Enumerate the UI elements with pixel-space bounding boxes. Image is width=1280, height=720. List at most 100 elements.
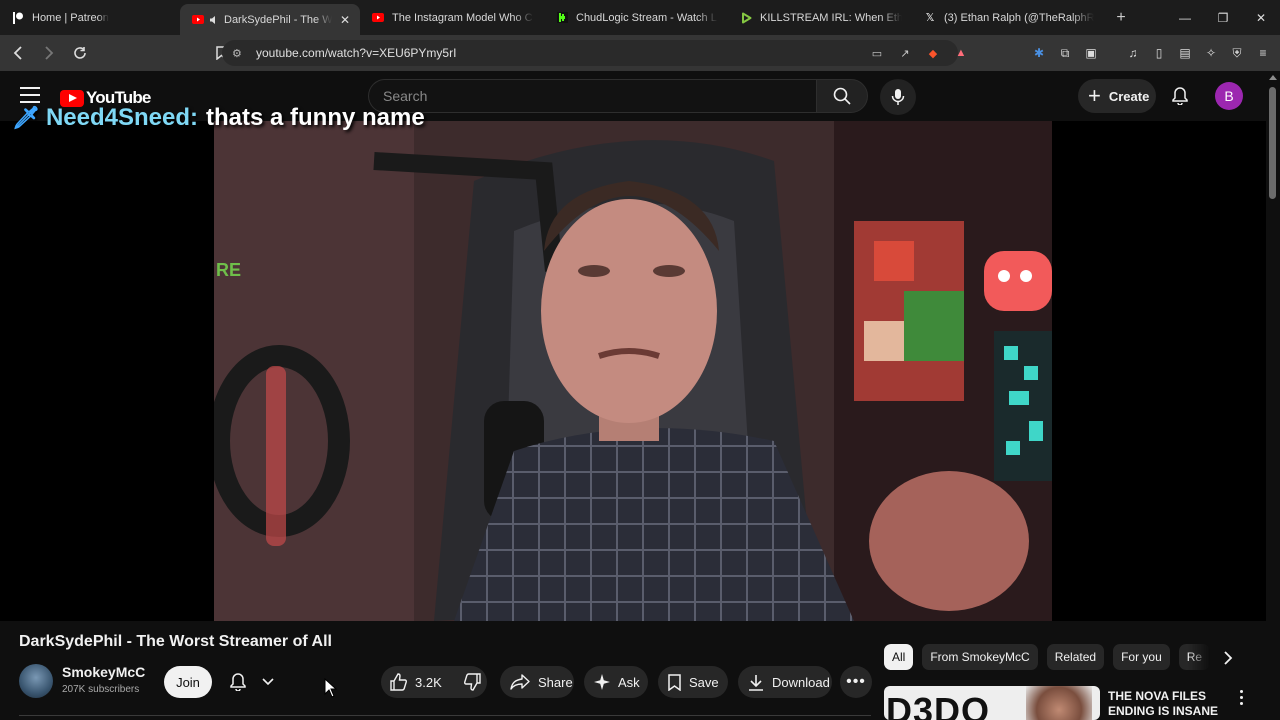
plus-icon: +: [1088, 83, 1101, 108]
tab-kick[interactable]: ChudLogic Stream - Watch Live: [544, 0, 728, 35]
youtube-icon: [192, 14, 204, 26]
back-button[interactable]: [5, 40, 31, 66]
chat-message: thats a funny name: [206, 104, 425, 131]
create-button[interactable]: + Create: [1078, 79, 1156, 113]
close-window-icon[interactable]: ✕: [1242, 0, 1280, 35]
tab-x[interactable]: 𝕏 (3) Ethan Ralph (@TheRalphRetort): [912, 0, 1104, 35]
url-text: youtube.com/watch?v=XEU6PYmy5rI: [256, 46, 457, 60]
download-button[interactable]: Download: [738, 666, 832, 698]
page-scrollbar[interactable]: [1266, 71, 1280, 720]
related-filter-chips: All From SmokeyMcC Related For you Re: [884, 644, 1212, 670]
extensions-icon[interactable]: ⧉: [1056, 40, 1074, 66]
browser-tab-bar: Home | Patreon DarkSydePhil - The Worst …: [0, 0, 1280, 35]
tab-patreon[interactable]: Home | Patreon: [0, 0, 180, 35]
brave-shields-icon[interactable]: ◆: [924, 44, 942, 62]
search-button[interactable]: [816, 79, 868, 113]
more-actions-button[interactable]: •••: [840, 666, 872, 698]
media-icon[interactable]: ♫: [1124, 40, 1142, 66]
search-input[interactable]: [369, 80, 816, 112]
ask-button[interactable]: Ask: [584, 666, 648, 698]
channel-name[interactable]: SmokeyMcC: [62, 664, 145, 680]
chip-for-you[interactable]: For you: [1113, 644, 1170, 670]
thumbnail-text: D3DO: [886, 690, 991, 720]
bell-icon: [230, 673, 246, 691]
video-player[interactable]: RE: [0, 121, 1266, 621]
address-bar: ⚙ youtube.com/watch?v=XEU6PYmy5rI ▭ ↗ ◆ …: [0, 35, 1280, 71]
window-controls: — ❐ ✕: [1166, 0, 1280, 35]
channel-avatar[interactable]: [19, 664, 53, 698]
scrollbar-thumb[interactable]: [1269, 87, 1276, 199]
guide-menu-icon[interactable]: [20, 87, 40, 105]
search-box: [368, 79, 816, 113]
dislike-button[interactable]: [463, 673, 482, 691]
close-tab-icon[interactable]: ✕: [340, 13, 350, 27]
leo-ai-icon[interactable]: ✧: [1202, 40, 1220, 66]
tab-rumble[interactable]: KILLSTREAM IRL: When Ethan Met: [728, 0, 912, 35]
notification-preference-button[interactable]: [224, 666, 280, 698]
voice-search-button[interactable]: [880, 79, 916, 115]
tab-title: DarkSydePhil - The Worst Streamer of All: [224, 13, 332, 26]
speaker-icon[interactable]: [208, 14, 220, 26]
bookmark-icon: [668, 673, 681, 691]
sparkle-icon: [594, 674, 610, 690]
chips-next-button[interactable]: [1218, 648, 1238, 668]
like-count[interactable]: 3.2K: [415, 675, 442, 690]
share-page-icon[interactable]: ↗: [896, 44, 914, 62]
screenshot-icon[interactable]: ▣: [1082, 40, 1100, 66]
video-frame[interactable]: RE: [214, 121, 1052, 621]
sidebar-icon[interactable]: ▯: [1150, 40, 1168, 66]
tab-youtube-instagram[interactable]: The Instagram Model Who CHEATED: [360, 0, 544, 35]
tab-title: ChudLogic Stream - Watch Live: [576, 11, 718, 24]
share-button[interactable]: Share: [500, 666, 574, 698]
tab-title: KILLSTREAM IRL: When Ethan Met: [760, 11, 902, 24]
mouse-cursor-icon: [324, 678, 338, 698]
chip-recently-uploaded[interactable]: Re: [1178, 644, 1211, 670]
tab-title: The Instagram Model Who CHEATED: [392, 11, 534, 24]
tab-active-youtube[interactable]: DarkSydePhil - The Worst Streamer of All…: [180, 4, 360, 35]
tab-title: Home | Patreon: [32, 11, 109, 24]
account-avatar[interactable]: B: [1215, 82, 1243, 110]
more-horizontal-icon: •••: [846, 673, 866, 690]
bell-icon: [1172, 87, 1188, 105]
reload-button[interactable]: [67, 40, 93, 66]
recommended-video-title[interactable]: THE NOVA FILES ENDING IS INSANE: [1108, 689, 1228, 719]
x-icon: 𝕏: [925, 12, 935, 24]
new-tab-button[interactable]: +: [1104, 9, 1138, 27]
chip-from-channel[interactable]: From SmokeyMcC: [922, 644, 1038, 670]
chip-all[interactable]: All: [884, 644, 914, 670]
site-settings-icon[interactable]: ⚙: [232, 47, 246, 60]
thumbnail-face: [1026, 686, 1092, 720]
thumbs-up-icon: [390, 673, 407, 691]
save-button[interactable]: Save: [658, 666, 728, 698]
cast-icon[interactable]: ▭: [868, 44, 886, 62]
video-scene: RE: [214, 121, 1052, 621]
extensions-bar: ✱ ⧉ ▣ ♫ ▯ ▤ ✧ ⛨ ≡: [1030, 40, 1272, 66]
like-button[interactable]: [389, 673, 407, 691]
chip-related[interactable]: Related: [1046, 644, 1105, 670]
tab-title: (3) Ethan Ralph (@TheRalphRetort): [944, 11, 1094, 24]
wallet-icon[interactable]: ▤: [1176, 40, 1194, 66]
minimize-icon[interactable]: —: [1166, 0, 1204, 35]
divider: [19, 715, 871, 716]
chevron-down-icon: [262, 678, 274, 686]
forward-button[interactable]: [36, 40, 62, 66]
vpn-shield-icon[interactable]: ⛨: [1228, 40, 1246, 66]
recommended-video-thumbnail[interactable]: D3DO: [884, 686, 1100, 720]
youtube-icon: [372, 12, 384, 24]
notifications-button[interactable]: [1168, 84, 1192, 108]
like-dislike-group: 3.2K: [381, 666, 487, 698]
scroll-up-icon[interactable]: [1269, 75, 1277, 80]
thumbs-down-icon: [463, 673, 481, 691]
recommended-more-icon[interactable]: [1236, 688, 1246, 706]
share-icon: [510, 674, 530, 690]
rumble-icon: [740, 12, 752, 24]
url-field[interactable]: ⚙ youtube.com/watch?v=XEU6PYmy5rI: [222, 40, 958, 66]
url-actions: ▭ ↗ ◆ ▲: [868, 40, 970, 66]
restore-icon[interactable]: ❐: [1204, 0, 1242, 35]
menu-icon[interactable]: ≡: [1254, 40, 1272, 66]
vpn-icon[interactable]: ✱: [1030, 40, 1048, 66]
download-icon: [748, 674, 764, 691]
brave-rewards-icon[interactable]: ▲: [952, 44, 970, 62]
chat-username: Need4Sneed:: [45, 104, 198, 131]
join-button[interactable]: Join: [164, 666, 212, 698]
